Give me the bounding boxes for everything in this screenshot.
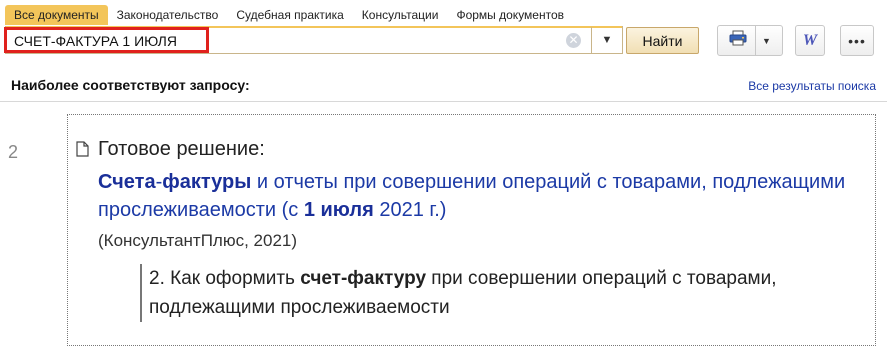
more-options-button[interactable]: ••• [840,25,874,56]
tab-legislation[interactable]: Законодательство [108,5,228,25]
search-history-dropdown[interactable]: ▼ [591,27,622,53]
export-to-word-button[interactable]: W [795,25,825,56]
ellipsis-icon: ••• [848,32,866,49]
find-button[interactable]: Найти [626,27,699,54]
document-icon [76,141,89,162]
word-icon: W [802,31,818,49]
divider [755,26,757,55]
chevron-down-icon: ▼ [601,34,613,46]
all-results-link[interactable]: Все результаты поиска [748,79,876,93]
clear-search-icon[interactable]: ✕ [566,33,581,48]
tab-consultations[interactable]: Консультации [353,5,448,25]
search-input[interactable] [14,31,554,51]
search-tabs: Все документы Законодательство Судебная … [5,5,573,25]
results-heading: Наиболее соответствуют запросу: [11,77,250,93]
result-number: 2 [8,142,19,162]
chevron-down-icon[interactable]: ▼ [762,36,771,46]
result-title-link[interactable]: Счета-фактуры и отчеты при совершении оп… [98,168,858,224]
printer-icon [729,30,747,51]
tab-all-documents[interactable]: Все документы [5,5,108,25]
result-snippet[interactable]: 2. Как оформить счет-фактуру при соверше… [140,264,849,322]
tab-document-forms[interactable]: Формы документов [447,5,573,25]
document-type-label: Готовое решение: [98,138,265,160]
result-source: (КонсультантПлюс, 2021) [98,231,298,250]
print-button[interactable]: ▼ [717,25,783,56]
tab-judicial-practice[interactable]: Судебная практика [227,5,352,25]
divider [0,101,887,102]
